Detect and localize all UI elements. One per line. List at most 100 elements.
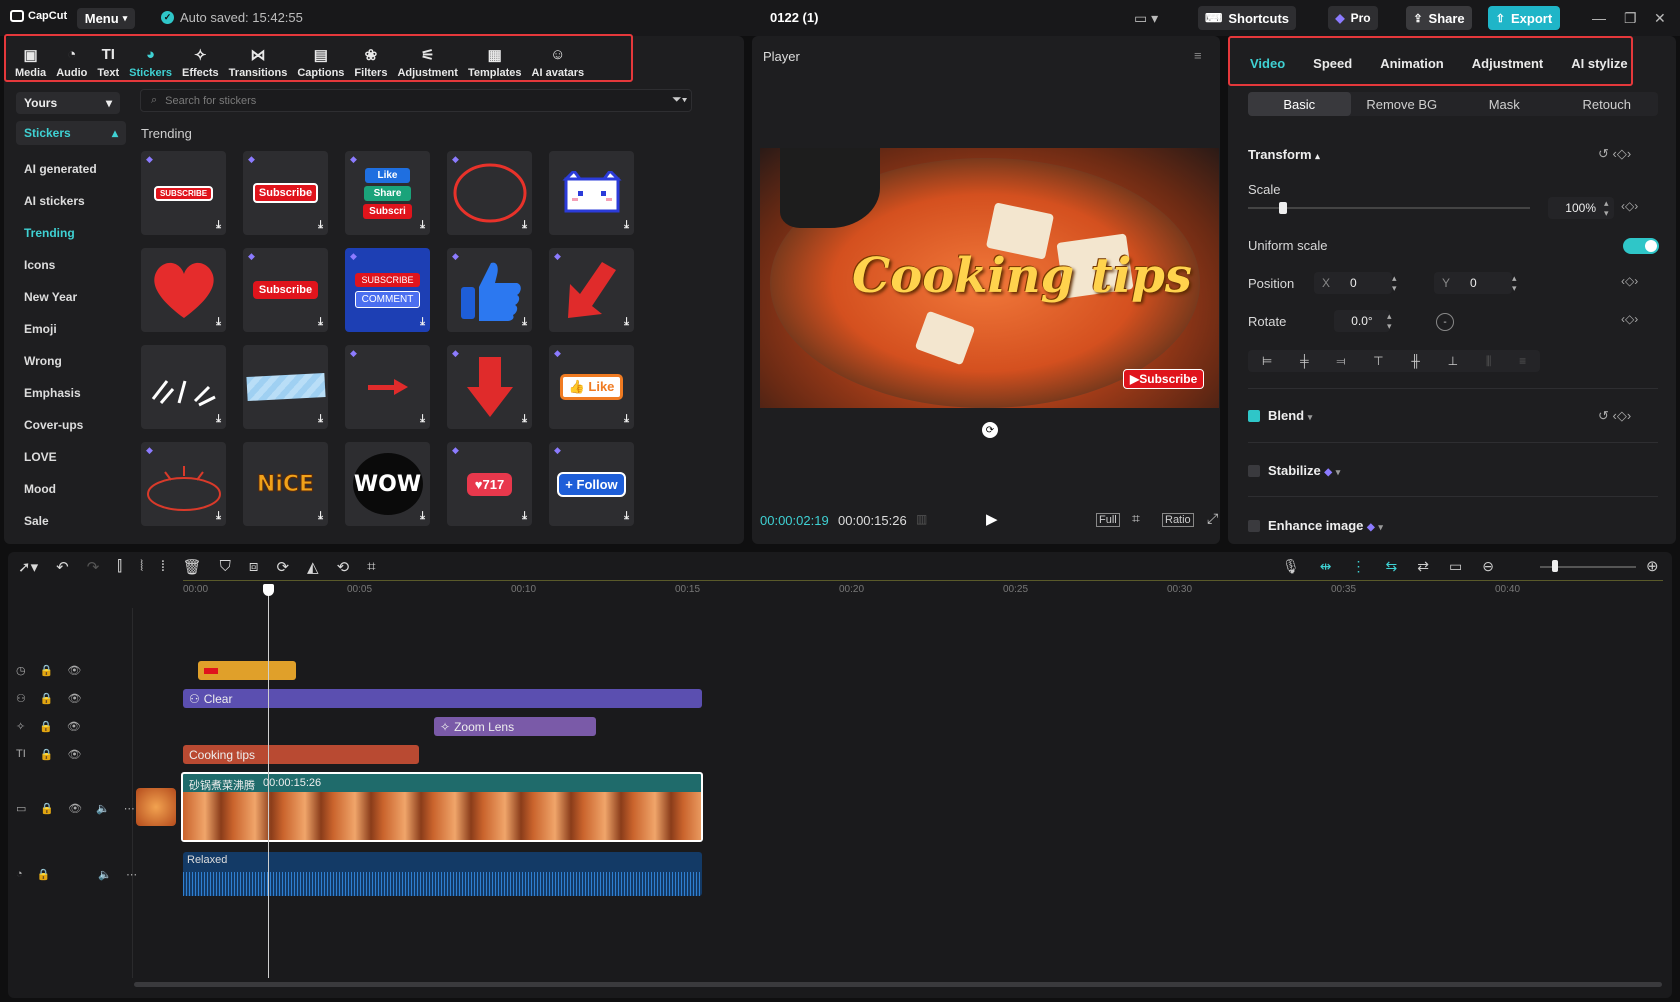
download-icon[interactable]: ⤓ (420, 510, 425, 523)
tab-video[interactable]: Video (1236, 56, 1299, 71)
eye-icon[interactable]: 👁 (67, 720, 81, 733)
stepper-icon[interactable]: ▴ ▾ (1512, 273, 1517, 293)
sticker-right-arrow[interactable]: ◆ ⤓ (345, 345, 430, 429)
close-icon[interactable]: ✕ (1654, 10, 1666, 27)
category-new-year[interactable]: New Year (16, 281, 126, 313)
mirror-icon[interactable]: ◭ (307, 558, 319, 576)
align-left-icon[interactable]: ⊨ (1262, 354, 1272, 368)
rotate-input[interactable]: 0.0° (1334, 310, 1390, 332)
split-right-icon[interactable]: ⦙ (161, 558, 164, 576)
overlay-text[interactable]: Cooking tips (852, 248, 1192, 304)
sticker-heart-count[interactable]: ◆ ♥717 ⤓ (447, 442, 532, 526)
linkage-icon[interactable]: ⇆ (1386, 558, 1398, 575)
rotate-handle-icon[interactable]: ⟳ (982, 422, 998, 438)
download-icon[interactable]: ⤓ (216, 413, 221, 426)
download-icon[interactable]: ⤓ (522, 219, 527, 232)
align-bottom-icon[interactable]: ⊥ (1448, 354, 1458, 368)
tool-audio[interactable]: ◔ Audio (51, 38, 92, 86)
freeze-icon[interactable]: ⧈ (249, 558, 259, 576)
sticker-subscribe-small[interactable]: ◆ SUBSCRIBE ⤓ (141, 151, 226, 235)
ratio-button[interactable]: Ratio (1162, 513, 1194, 527)
transform-header[interactable]: Transform ▴ (1248, 147, 1320, 162)
download-icon[interactable]: ⤓ (318, 316, 323, 329)
tool-captions[interactable]: ▤ Captions (292, 38, 349, 86)
play-button[interactable]: ▶ (986, 510, 998, 528)
sticker-down-arrow[interactable]: ◆ ⤓ (447, 345, 532, 429)
download-icon[interactable]: ⤓ (624, 316, 629, 329)
eye-icon[interactable]: 👁 (67, 664, 81, 677)
tool-media[interactable]: ▣ Media (10, 38, 51, 86)
crop-icon[interactable]: ⌗ (367, 558, 375, 576)
text-clip[interactable]: Cooking tips (183, 745, 419, 764)
zoom-slider-thumb[interactable] (1552, 560, 1558, 572)
download-icon[interactable]: ⤓ (420, 413, 425, 426)
eye-icon[interactable]: 👁 (68, 692, 82, 705)
category-mood[interactable]: Mood (16, 473, 126, 505)
sticker-red-circle[interactable]: ◆ ⤓ (447, 151, 532, 235)
volume-icon[interactable]: 🔈 (96, 802, 110, 815)
align-right-icon[interactable]: ⫤ (1336, 354, 1345, 369)
enhance-header[interactable]: Enhance image ◆ ▾ (1268, 518, 1383, 533)
tool-adjustment[interactable]: ⚟ Adjustment (392, 38, 463, 86)
category-wrong[interactable]: Wrong (16, 345, 126, 377)
download-icon[interactable]: ⤓ (624, 510, 629, 523)
sticker-pixel-cat[interactable]: ⤓ (549, 151, 634, 235)
lock-icon[interactable]: 🔒 (39, 720, 53, 733)
sticker-red-arrow[interactable]: ◆ ⤓ (549, 248, 634, 332)
pro-button[interactable]: ◆ Pro (1328, 6, 1378, 30)
keyframe-icon[interactable]: ‹◇› (1621, 274, 1638, 288)
sticker-wow[interactable]: WOW ⤓ (345, 442, 430, 526)
delete-icon[interactable]: 🗑 (183, 558, 202, 576)
category-trending[interactable]: Trending (16, 217, 126, 249)
stepper-icon[interactable]: ▴ ▾ (1604, 198, 1609, 218)
download-icon[interactable]: ⤓ (216, 219, 221, 232)
sticker-like-share-subscribe[interactable]: ◆ Like Share Subscri ⤓ (345, 151, 430, 235)
lock-icon[interactable]: 🔒 (37, 868, 51, 881)
auto-snap-icon[interactable]: ⋮ (1352, 558, 1366, 575)
shortcuts-button[interactable]: ⌨ Shortcuts (1198, 6, 1296, 30)
speed-icon[interactable]: ⟳ (276, 558, 289, 576)
stepper-icon[interactable]: ▴ ▾ (1387, 311, 1392, 331)
distribute-h-icon[interactable]: ⫼ (1486, 354, 1492, 369)
tool-effects[interactable]: ✧ Effects (177, 38, 224, 86)
audio-clip[interactable]: Relaxed (183, 852, 702, 896)
video-clip[interactable]: 砂锅煮菜沸腾 00:00:15:26 (181, 772, 703, 842)
sticker-follow[interactable]: ◆ + Follow ⤓ (549, 442, 634, 526)
align-center-h-icon[interactable]: ╪ (1300, 354, 1309, 368)
tab-adjustment[interactable]: Adjustment (1458, 56, 1558, 71)
sticker-clip[interactable] (198, 661, 296, 680)
blend-header[interactable]: Blend ▾ (1268, 408, 1312, 423)
uniform-scale-toggle[interactable] (1623, 238, 1659, 254)
sticker-subscribe-comment[interactable]: ◆ SUBSCRIBE COMMENT ⤓ (345, 248, 430, 332)
select-tool-icon[interactable]: ➚▾ (18, 558, 38, 576)
category-emphasis[interactable]: Emphasis (16, 377, 126, 409)
restore-icon[interactable]: ❐ (1624, 10, 1637, 27)
timeline-scrollbar[interactable] (134, 982, 1662, 987)
blend-checkbox[interactable] (1248, 410, 1260, 422)
video-preview[interactable]: Cooking tips ▶Subscribe (760, 148, 1219, 408)
tab-ai-stylize[interactable]: AI stylize (1557, 56, 1641, 71)
time-ruler[interactable]: 00:00 00:05 00:10 00:15 00:20 00:25 00:3… (183, 584, 1663, 598)
sticker-like-button[interactable]: ◆ 👍 Like ⤓ (549, 345, 634, 429)
redo-icon[interactable]: ↷ (87, 558, 100, 576)
keyframe-icon[interactable]: ‹◇› (1621, 199, 1638, 213)
align-top-icon[interactable]: ⊤ (1373, 354, 1383, 368)
category-sale[interactable]: Sale (16, 505, 126, 537)
download-icon[interactable]: ⤓ (624, 413, 629, 426)
sticker-subscribe-2[interactable]: ◆ Subscribe ⤓ (243, 248, 328, 332)
snapshot-icon[interactable]: ⌗ (1132, 510, 1140, 527)
subtab-mask[interactable]: Mask (1453, 92, 1556, 116)
download-icon[interactable]: ⤓ (522, 316, 527, 329)
sticker-search[interactable]: ⌕ Search for stickers (140, 89, 692, 112)
category-cover-ups[interactable]: Cover-ups (16, 409, 126, 441)
effect-clip-clear[interactable]: ⚇ Clear (183, 689, 702, 708)
minimize-icon[interactable]: — (1592, 10, 1606, 26)
lock-icon[interactable]: 🔒 (40, 664, 54, 677)
fullscreen-icon[interactable]: ⤢ (1207, 510, 1218, 527)
mic-icon[interactable]: 🎙 (1282, 558, 1300, 575)
enhance-checkbox[interactable] (1248, 520, 1260, 532)
reset-icon[interactable]: ↺ ‹◇› (1598, 146, 1631, 162)
split-icon[interactable]: ⫿ (117, 558, 122, 576)
sticker-subscribe[interactable]: ◆ Subscribe ⤓ (243, 151, 328, 235)
category-icons[interactable]: Icons (16, 249, 126, 281)
